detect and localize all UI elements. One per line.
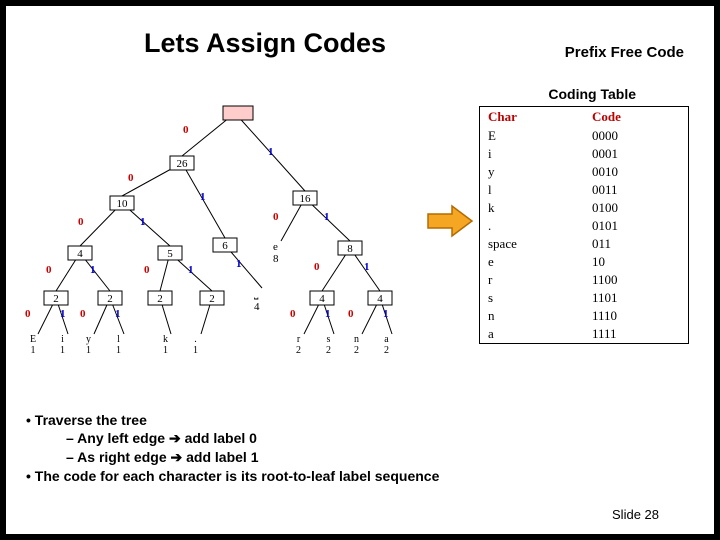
table-row: E0000 [480,127,689,145]
leaf-node: E1 [30,334,36,356]
table-row: n1110 [480,307,689,325]
svg-text:5: 5 [167,248,173,260]
slide-subtitle: Prefix Free Code [565,44,684,61]
char-cell: k [480,199,585,217]
tree-node: ⎵4 [254,288,260,313]
code-cell: 10 [584,253,689,271]
edge-label: 0 [46,264,52,276]
svg-text:2: 2 [53,293,59,305]
edge-label: 0 [80,308,86,320]
leaf-node: r2 [296,334,301,356]
code-cell: 0101 [584,217,689,235]
table-row: i0001 [480,145,689,163]
code-cell: 011 [584,235,689,253]
huffman-tree-diagram: 2616106845442222 01010101101010101010101… [18,96,428,396]
bullet-list: • Traverse the tree – Any left edge ➔ add… [26,410,439,486]
code-cell: 1101 [584,289,689,307]
edge-label: 1 [324,211,330,223]
table-row: k0100 [480,199,689,217]
leaf-node: k1 [163,334,168,356]
leaf-node: s2 [326,334,331,356]
code-cell: 0000 [584,127,689,145]
svg-text:16: 16 [300,193,312,205]
svg-text:4: 4 [319,293,325,305]
svg-text:4: 4 [77,248,83,260]
table-row: a1111 [480,325,689,344]
edge-label: 1 [364,261,370,273]
code-cell: 1111 [584,325,689,344]
svg-text:2: 2 [107,293,113,305]
col-code: Code [584,107,689,128]
edge-label: 1 [383,308,389,320]
table-row: .0101 [480,217,689,235]
table-row: s1101 [480,289,689,307]
table-row: l0011 [480,181,689,199]
bullet-item: • The code for each character is its roo… [26,468,439,484]
bullet-item: • Traverse the tree [26,412,439,428]
code-cell: 0011 [584,181,689,199]
edge-label: 0 [290,308,296,320]
arrow-icon [426,204,474,243]
leaf-node: .1 [193,334,198,356]
code-cell: 1110 [584,307,689,325]
char-cell: space [480,235,585,253]
edge-label: 0 [314,261,320,273]
edge-label: 1 [236,258,242,270]
leaf-node: a2 [384,334,389,356]
bullet-item: – As right edge ➔ add label 1 [66,449,439,466]
leaf-node: y1 [86,334,91,356]
edge-label: 0 [273,211,279,223]
svg-text:4: 4 [377,293,383,305]
code-cell: 0100 [584,199,689,217]
slide-number: Slide 28 [612,507,659,522]
char-cell: r [480,271,585,289]
slide-title: Lets Assign Codes [144,28,386,59]
svg-text:26: 26 [177,158,189,170]
leaf-node: n2 [354,334,359,356]
table-row: y0010 [480,163,689,181]
char-cell: n [480,307,585,325]
leaf-node: i1 [60,334,65,356]
bullet-item: – Any left edge ➔ add label 0 [66,430,439,447]
edge-label: 1 [268,146,274,158]
edge-label: 0 [348,308,354,320]
char-cell: . [480,217,585,235]
col-char: Char [480,107,585,128]
coding-table: Char Code E0000i0001y0010l0011k0100.0101… [479,106,689,344]
char-cell: s [480,289,585,307]
edge-label: 1 [325,308,331,320]
svg-text:2: 2 [157,293,163,305]
svg-text:6: 6 [222,240,228,252]
tree-node: e8 [273,241,279,265]
edge-label: 1 [188,264,194,276]
table-row: space011 [480,235,689,253]
edge-label: 1 [140,216,146,228]
svg-text:10: 10 [117,198,129,210]
leaf-node: l1 [116,334,121,356]
table-row: r1100 [480,271,689,289]
edge-label: 0 [78,216,84,228]
svg-text:8: 8 [347,243,353,255]
char-cell: i [480,145,585,163]
code-cell: 0001 [584,145,689,163]
char-cell: e [480,253,585,271]
char-cell: l [480,181,585,199]
svg-text:2: 2 [209,293,215,305]
edge-label: 1 [90,264,96,276]
code-cell: 1100 [584,271,689,289]
edge-label: 0 [128,172,134,184]
code-cell: 0010 [584,163,689,181]
char-cell: a [480,325,585,344]
edge-label: 1 [60,308,66,320]
char-cell: E [480,127,585,145]
edge-label: 1 [115,308,121,320]
edge-label: 1 [200,191,206,203]
edge-label: 0 [25,308,31,320]
table-row: e10 [480,253,689,271]
coding-table-header: Coding Table [548,86,636,102]
edge-label: 0 [183,124,189,136]
char-cell: y [480,163,585,181]
slide: Lets Assign Codes Prefix Free Code Codin… [0,0,720,540]
edge-label: 0 [144,264,150,276]
